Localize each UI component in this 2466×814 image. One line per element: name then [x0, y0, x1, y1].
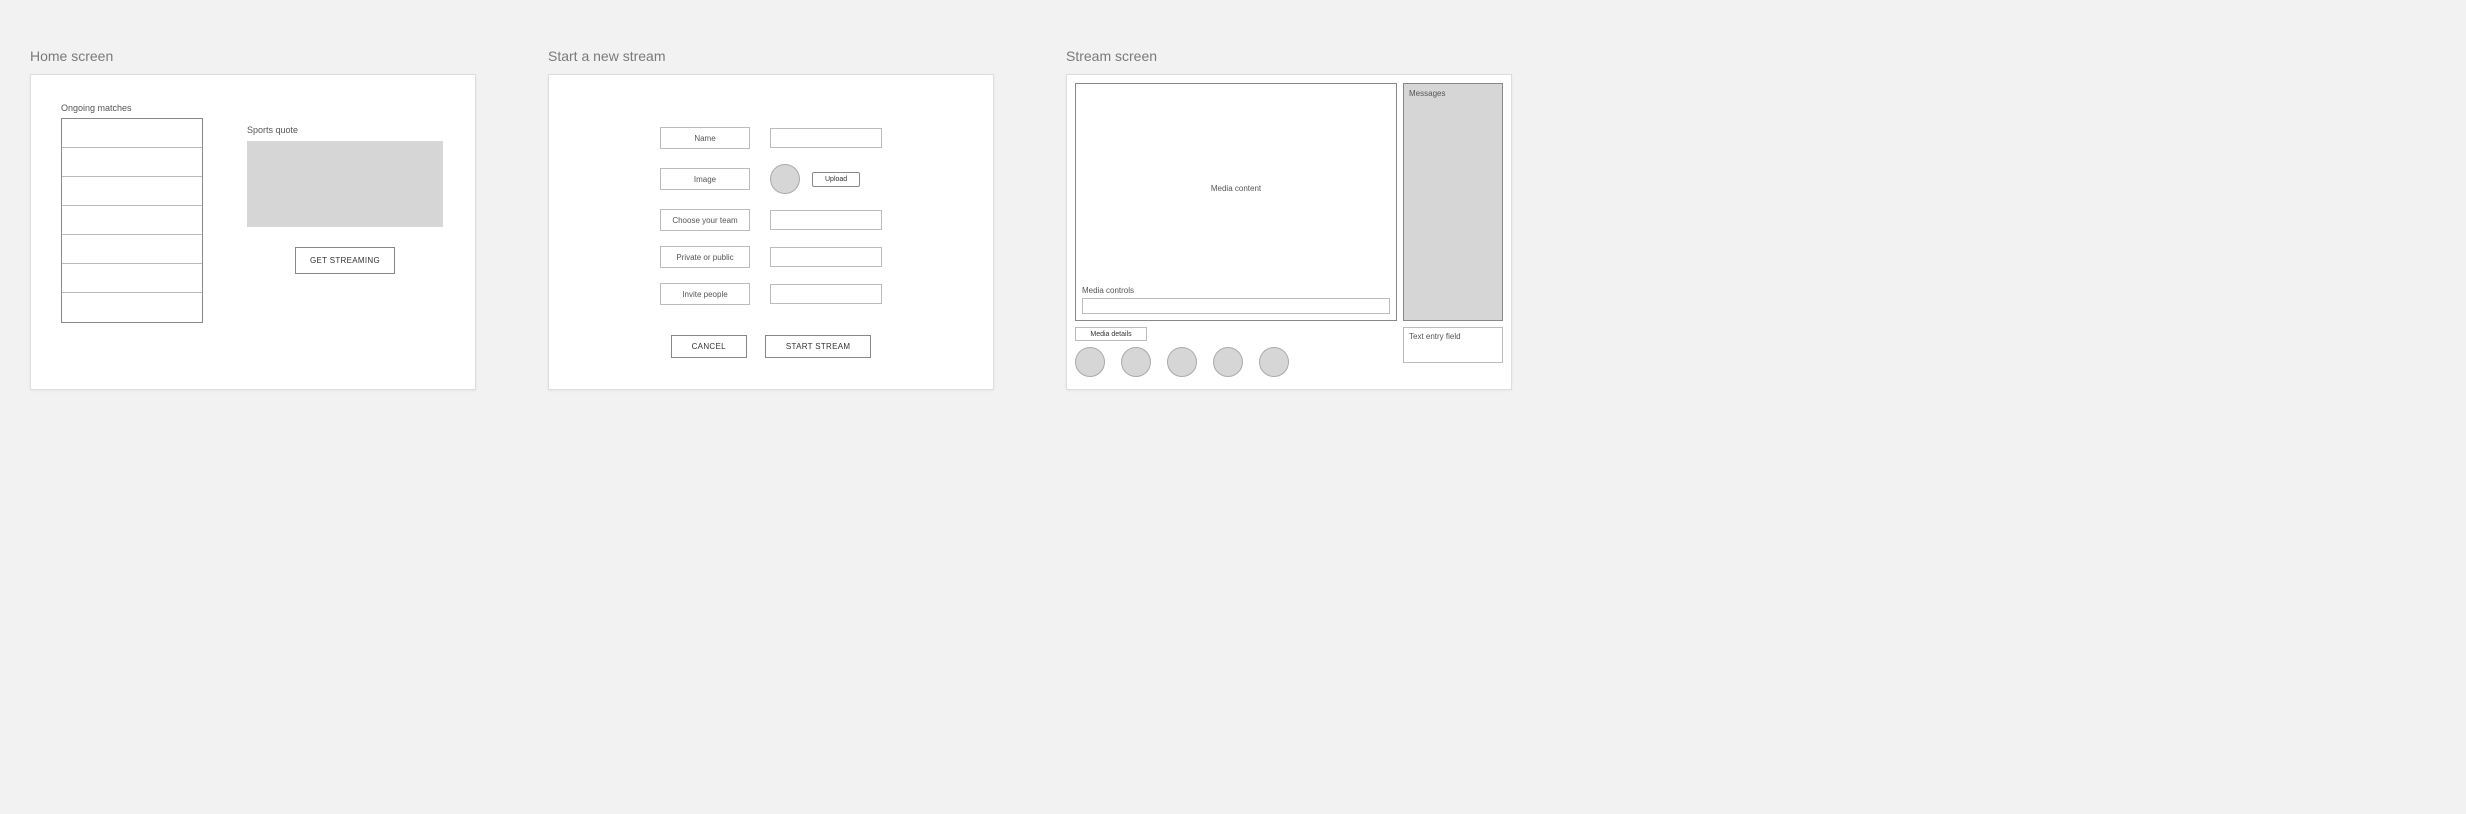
get-streaming-button[interactable]: GET STREAMING [295, 247, 395, 274]
stream-bottom-row: Media details Text entry field [1075, 327, 1503, 377]
media-details-column: Media details [1075, 327, 1397, 377]
stream-top-row: Media content Media controls Messages [1075, 83, 1503, 321]
start-stream-form: Name Image Upload Choose your team Priva… [579, 127, 963, 305]
ongoing-matches-label: Ongoing matches [61, 103, 203, 113]
sports-quote-label: Sports quote [247, 125, 443, 135]
stream-screen-frame: Media content Media controls Messages Me… [1066, 74, 1512, 390]
text-entry-field[interactable]: Text entry field [1403, 327, 1503, 363]
text-entry-label: Text entry field [1409, 332, 1461, 341]
name-input[interactable] [770, 128, 882, 148]
image-upload-cell: Upload [770, 164, 882, 194]
list-item[interactable] [62, 235, 202, 264]
avatar[interactable] [1075, 347, 1105, 377]
form-row-invite: Invite people [660, 283, 882, 305]
home-screen-title: Home screen [30, 48, 476, 64]
form-row-image: Image Upload [660, 164, 882, 194]
form-row-name: Name [660, 127, 882, 149]
stream-screen-group: Stream screen Media content Media contro… [1066, 48, 1512, 390]
invite-label: Invite people [660, 283, 750, 305]
avatar[interactable] [1167, 347, 1197, 377]
home-screen-group: Home screen Ongoing matches [30, 48, 476, 390]
media-details-button[interactable]: Media details [1075, 327, 1147, 341]
list-item[interactable] [62, 119, 202, 148]
messages-panel[interactable]: Messages [1403, 83, 1503, 321]
media-panel: Media content Media controls [1075, 83, 1397, 321]
sports-quote-placeholder [247, 141, 443, 227]
home-screen-body: Ongoing matches Sports quote GET STREA [61, 103, 445, 323]
start-stream-group: Start a new stream Name Image Upload Cho… [548, 48, 994, 390]
name-label: Name [660, 127, 750, 149]
list-item[interactable] [62, 293, 202, 322]
team-input[interactable] [770, 210, 882, 230]
ongoing-matches-list[interactable] [61, 118, 203, 323]
media-controls-label: Media controls [1082, 286, 1390, 295]
cancel-button[interactable]: CANCEL [671, 335, 747, 358]
list-item[interactable] [62, 148, 202, 177]
home-screen-frame: Ongoing matches Sports quote GET STREA [30, 74, 476, 390]
list-item[interactable] [62, 206, 202, 235]
media-content-label: Media content [1082, 90, 1390, 286]
image-label: Image [660, 168, 750, 190]
wireframe-canvas: Home screen Ongoing matches [30, 48, 2436, 390]
start-stream-actions: CANCEL START STREAM [579, 335, 963, 358]
privacy-input[interactable] [770, 247, 882, 267]
invite-input[interactable] [770, 284, 882, 304]
start-stream-title: Start a new stream [548, 48, 994, 64]
start-stream-button[interactable]: START STREAM [765, 335, 872, 358]
avatar[interactable] [1213, 347, 1243, 377]
team-label: Choose your team [660, 209, 750, 231]
privacy-label: Private or public [660, 246, 750, 268]
messages-label: Messages [1409, 89, 1445, 98]
avatar-row [1075, 347, 1397, 377]
sports-quote-column: Sports quote GET STREAMING [247, 103, 443, 323]
image-preview-circle [770, 164, 800, 194]
stream-screen-title: Stream screen [1066, 48, 1512, 64]
media-controls-bar[interactable] [1082, 298, 1390, 314]
list-item[interactable] [62, 177, 202, 206]
avatar[interactable] [1121, 347, 1151, 377]
media-controls-section: Media controls [1082, 286, 1390, 314]
ongoing-matches-column: Ongoing matches [61, 103, 203, 323]
list-item[interactable] [62, 264, 202, 293]
avatar[interactable] [1259, 347, 1289, 377]
upload-button[interactable]: Upload [812, 172, 860, 187]
start-stream-frame: Name Image Upload Choose your team Priva… [548, 74, 994, 390]
form-row-privacy: Private or public [660, 246, 882, 268]
form-row-team: Choose your team [660, 209, 882, 231]
